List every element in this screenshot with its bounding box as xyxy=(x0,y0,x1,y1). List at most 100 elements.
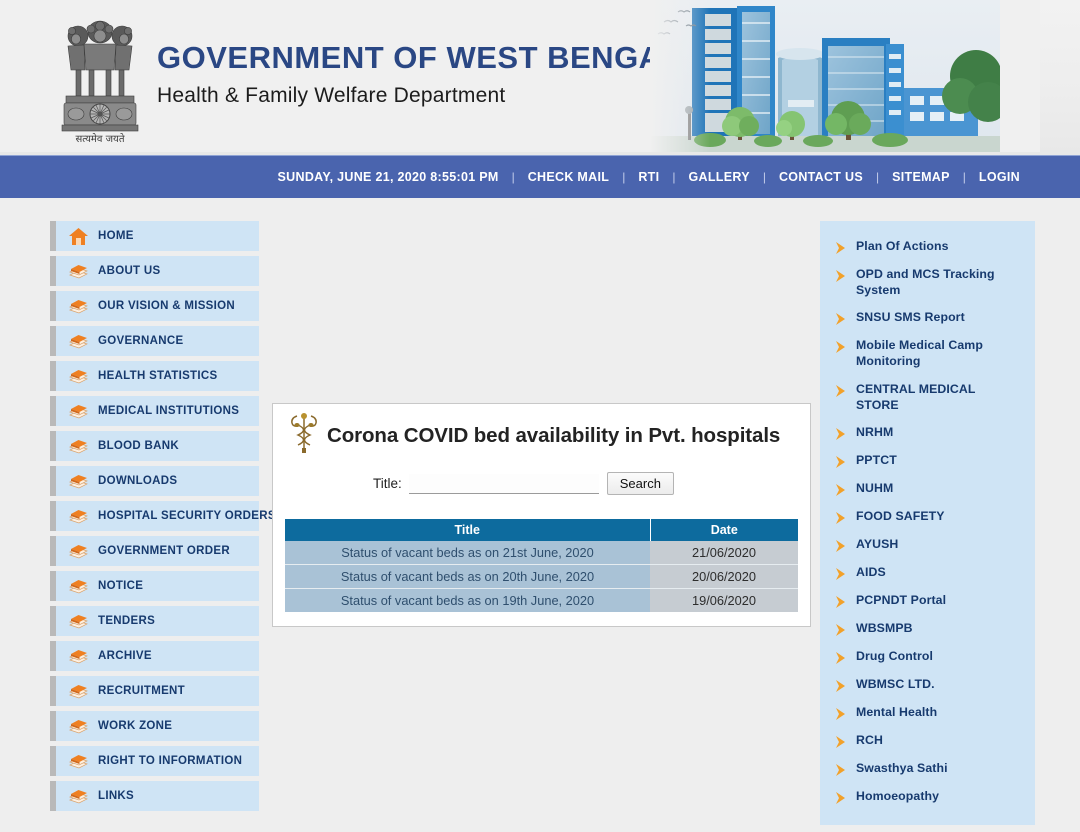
nav-separator: | xyxy=(762,170,766,184)
sidebar-item-tenders[interactable]: TENDERS xyxy=(50,606,259,636)
right-link-mobile-medical-camp-monitoring[interactable]: Mobile Medical Camp Monitoring xyxy=(820,332,1035,375)
chevron-right-icon xyxy=(834,679,847,693)
right-link-label: FOOD SAFETY xyxy=(856,509,945,524)
chevron-right-icon xyxy=(834,427,847,441)
chevron-right-icon xyxy=(834,623,847,637)
nav-item-login[interactable]: LOGIN xyxy=(979,170,1020,184)
chevron-right-icon xyxy=(834,595,847,609)
books-icon xyxy=(68,402,89,421)
sidebar-item-work-zone[interactable]: WORK ZONE xyxy=(50,711,259,741)
sidebar-item-notice[interactable]: NOTICE xyxy=(50,571,259,601)
chevron-right-icon xyxy=(834,269,847,283)
right-link-pptct[interactable]: PPTCT xyxy=(820,447,1035,475)
chevron-right-icon xyxy=(834,511,847,525)
site-header: सत्यमेव जयते GOVERNMENT OF WEST BENGAL H… xyxy=(0,0,1080,155)
table-row[interactable]: Status of vacant beds as on 19th June, 2… xyxy=(285,588,798,612)
right-link-ayush[interactable]: AYUSH xyxy=(820,531,1035,559)
right-link-opd-and-mcs-tracking-system[interactable]: OPD and MCS Tracking System xyxy=(820,261,1035,304)
cell-title[interactable]: Status of vacant beds as on 19th June, 2… xyxy=(285,588,650,612)
sidebar-item-hospital-security-orders[interactable]: HOSPITAL SECURITY ORDERS xyxy=(50,501,276,531)
sidebar-item-label: NOTICE xyxy=(98,580,144,592)
sidebar-item-government-order[interactable]: GOVERNMENT ORDER xyxy=(50,536,259,566)
table-row[interactable]: Status of vacant beds as on 21st June, 2… xyxy=(285,541,798,565)
svg-text:सत्यमेव जयते: सत्यमेव जयते xyxy=(75,133,124,144)
right-link-nuhm[interactable]: NUHM xyxy=(820,475,1035,503)
chevron-right-icon xyxy=(834,312,847,326)
cell-title[interactable]: Status of vacant beds as on 20th June, 2… xyxy=(285,564,650,589)
sidebar-item-health-statistics[interactable]: HEALTH STATISTICS xyxy=(50,361,259,391)
sidebar-item-label: MEDICAL INSTITUTIONS xyxy=(98,405,240,417)
nav-item-rti[interactable]: RTI xyxy=(638,170,659,184)
column-header-title: Title xyxy=(285,519,651,541)
sidebar-item-label: WORK ZONE xyxy=(98,720,173,732)
sidebar-item-about-us[interactable]: ABOUT US xyxy=(50,256,259,286)
sidebar-item-links[interactable]: LINKS xyxy=(50,781,259,811)
right-link-label: PPTCT xyxy=(856,453,897,468)
sidebar-item-label: GOVERNMENT ORDER xyxy=(98,545,230,557)
books-icon xyxy=(68,367,89,386)
sidebar-item-home[interactable]: HOME xyxy=(50,221,259,251)
right-link-nrhm[interactable]: NRHM xyxy=(820,419,1035,447)
right-link-wbsmpb[interactable]: WBSMPB xyxy=(820,615,1035,643)
nav-separator: | xyxy=(622,170,626,184)
page-body: HOME ABOUT US OUR VISION & MISSION GOVERNAN… xyxy=(0,198,1080,832)
sidebar-item-recruitment[interactable]: RECRUITMENT xyxy=(50,676,259,706)
cell-title[interactable]: Status of vacant beds as on 21st June, 2… xyxy=(285,541,650,565)
right-link-plan-of-actions[interactable]: Plan Of Actions xyxy=(820,233,1035,261)
sidebar-item-label: HOME xyxy=(98,230,134,242)
caduceus-icon xyxy=(285,412,323,454)
chevron-right-icon xyxy=(834,735,847,749)
nav-list: SUNDAY, JUNE 21, 2020 8:55:01 PM | CHECK… xyxy=(278,170,1020,184)
right-link-rch[interactable]: RCH xyxy=(820,727,1035,755)
chevron-right-icon xyxy=(834,384,847,398)
table-header-row: Title Date xyxy=(285,519,798,541)
sidebar-item-right-to-information[interactable]: RIGHT TO INFORMATION xyxy=(50,746,259,776)
header-banner-image xyxy=(650,0,1000,152)
right-link-central-medical-store[interactable]: CENTRAL MEDICAL STORE xyxy=(820,376,1035,419)
nav-item-gallery[interactable]: GALLERY xyxy=(688,170,749,184)
sidebar-item-label: HEALTH STATISTICS xyxy=(98,370,218,382)
sidebar-item-label: BLOOD BANK xyxy=(98,440,179,452)
right-link-aids[interactable]: AIDS xyxy=(820,559,1035,587)
right-link-label: Homoeopathy xyxy=(856,789,940,804)
cell-date: 19/06/2020 xyxy=(650,588,798,612)
search-input[interactable] xyxy=(408,473,599,494)
right-link-label: Drug Control xyxy=(856,649,934,664)
right-link-food-safety[interactable]: FOOD SAFETY xyxy=(820,503,1035,531)
chevron-right-icon xyxy=(834,791,847,805)
books-icon xyxy=(68,472,89,491)
nav-item-sitemap[interactable]: SITEMAP xyxy=(892,170,950,184)
right-link-wbmsc-ltd[interactable]: WBMSC LTD. xyxy=(820,671,1035,699)
chevron-right-icon xyxy=(834,763,847,777)
sidebar-item-governance[interactable]: GOVERNANCE xyxy=(50,326,259,356)
books-icon xyxy=(68,542,89,561)
right-link-swasthya-sathi[interactable]: Swasthya Sathi xyxy=(820,755,1035,783)
books-icon xyxy=(68,647,89,666)
sidebar-item-label: RIGHT TO INFORMATION xyxy=(98,755,243,767)
nav-item-contact-us[interactable]: CONTACT US xyxy=(779,170,863,184)
right-link-mental-health[interactable]: Mental Health xyxy=(820,699,1035,727)
header-titles: GOVERNMENT OF WEST BENGAL Health & Famil… xyxy=(157,41,681,108)
sidebar-item-medical-institutions[interactable]: MEDICAL INSTITUTIONS xyxy=(50,396,259,426)
right-link-label: NRHM xyxy=(856,425,894,440)
nav-item-check-mail[interactable]: CHECK MAIL xyxy=(528,170,609,184)
books-icon xyxy=(68,612,89,631)
sidebar-item-label: ABOUT US xyxy=(98,265,161,277)
right-link-snsu-sms-report[interactable]: SNSU SMS Report xyxy=(820,304,1035,332)
sidebar-item-our-vision-mission[interactable]: OUR VISION & MISSION xyxy=(50,291,259,321)
right-link-drug-control[interactable]: Drug Control xyxy=(820,643,1035,671)
books-icon xyxy=(68,262,89,281)
table-head: Title Date xyxy=(285,519,798,541)
sidebar-item-downloads[interactable]: DOWNLOADS xyxy=(50,466,259,496)
sidebar-item-blood-bank[interactable]: BLOOD BANK xyxy=(50,431,259,461)
cell-date: 21/06/2020 xyxy=(650,541,798,565)
nav-datetime: SUNDAY, JUNE 21, 2020 8:55:01 PM xyxy=(277,170,499,184)
right-link-label: AYUSH xyxy=(856,537,899,552)
search-button[interactable]: Search xyxy=(606,472,674,495)
sidebar-item-archive[interactable]: ARCHIVE xyxy=(50,641,259,671)
chevron-right-icon xyxy=(834,707,847,721)
table-row[interactable]: Status of vacant beds as on 20th June, 2… xyxy=(285,564,798,589)
top-navigation-bar: SUNDAY, JUNE 21, 2020 8:55:01 PM | CHECK… xyxy=(0,155,1080,198)
right-link-pcpndt-portal[interactable]: PCPNDT Portal xyxy=(820,587,1035,615)
right-link-homoeopathy[interactable]: Homoeopathy xyxy=(820,783,1035,811)
